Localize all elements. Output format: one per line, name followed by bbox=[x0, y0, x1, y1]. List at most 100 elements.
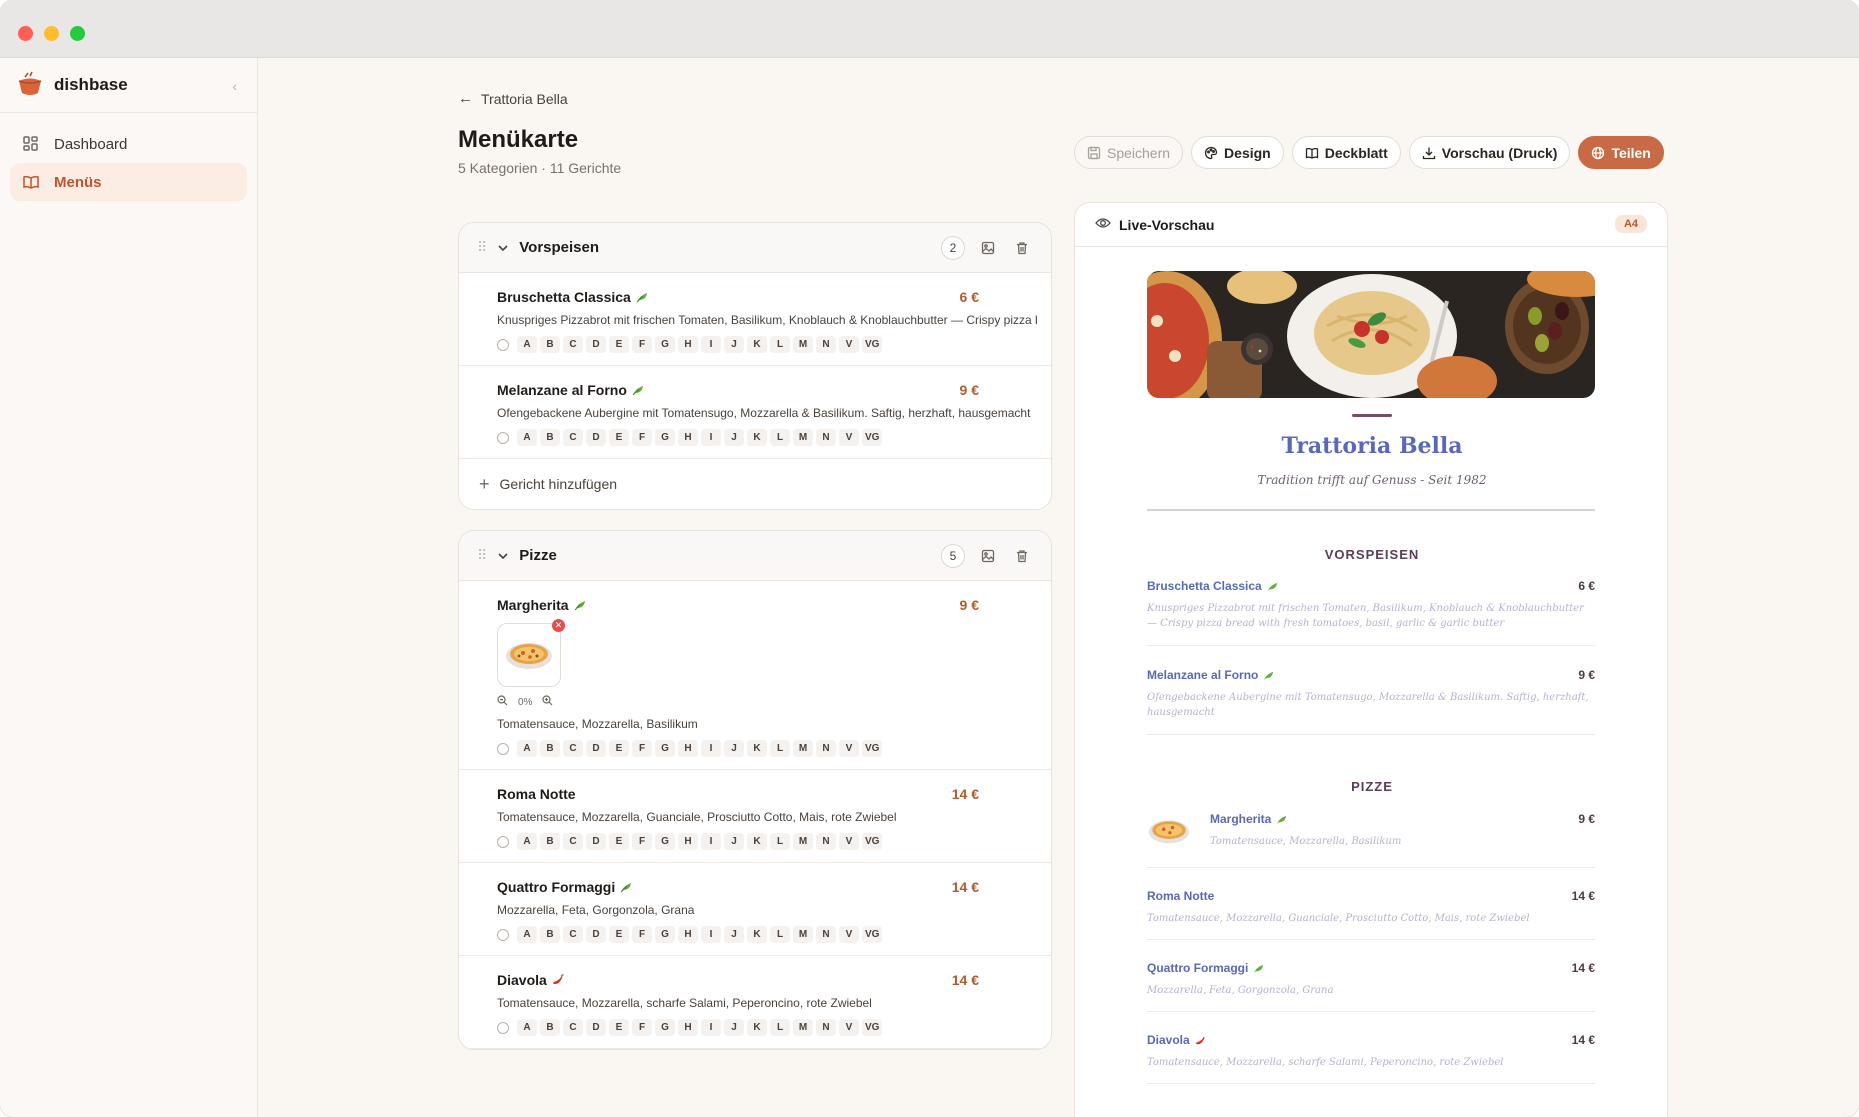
allergen-chip[interactable]: D bbox=[586, 833, 606, 850]
allergen-chip[interactable]: J bbox=[724, 740, 744, 757]
no-allergen-icon[interactable] bbox=[497, 338, 509, 351]
chevron-down-icon[interactable] bbox=[497, 550, 509, 562]
dish-price[interactable]: 14 € bbox=[952, 786, 979, 802]
allergen-chip[interactable]: G bbox=[655, 429, 675, 446]
category-title[interactable]: Pizze bbox=[519, 547, 557, 564]
allergen-chip[interactable]: V bbox=[839, 336, 859, 353]
allergen-chip[interactable]: L bbox=[770, 833, 790, 850]
drag-handle-icon[interactable]: ⠿ bbox=[477, 547, 487, 564]
print-preview-button[interactable]: Vorschau (Druck) bbox=[1408, 136, 1571, 169]
add-dish-button[interactable]: + Gericht hinzufügen bbox=[459, 459, 1051, 509]
zoom-out-icon[interactable] bbox=[497, 695, 508, 709]
allergen-chip[interactable]: A bbox=[517, 1019, 537, 1036]
allergen-chip[interactable]: F bbox=[632, 1019, 652, 1036]
no-allergen-icon[interactable] bbox=[497, 1021, 509, 1034]
collapse-sidebar-icon[interactable]: ‹ bbox=[232, 78, 237, 94]
allergen-chip[interactable]: M bbox=[793, 926, 813, 943]
no-allergen-icon[interactable] bbox=[497, 431, 509, 444]
dish-description[interactable]: Tomatensauce, Mozzarella, Guanciale, Pro… bbox=[497, 810, 1037, 824]
allergen-chip[interactable]: G bbox=[655, 926, 675, 943]
allergen-chip[interactable]: A bbox=[517, 833, 537, 850]
allergen-chip[interactable]: VG bbox=[862, 740, 883, 757]
dish-row[interactable]: Roma Notte 14 € Tomatensauce, Mozzarella… bbox=[459, 770, 1051, 863]
allergen-chip[interactable]: J bbox=[724, 833, 744, 850]
allergen-chip[interactable]: N bbox=[816, 429, 836, 446]
allergen-chip[interactable]: I bbox=[701, 740, 721, 757]
sidebar-item-dashboard[interactable]: Dashboard bbox=[10, 125, 247, 163]
allergen-chip[interactable]: G bbox=[655, 740, 675, 757]
zoom-in-icon[interactable] bbox=[542, 695, 553, 709]
allergen-chip[interactable]: I bbox=[701, 1019, 721, 1036]
remove-image-icon[interactable]: ✕ bbox=[552, 619, 565, 632]
share-button[interactable]: Teilen bbox=[1578, 136, 1664, 169]
allergen-chip[interactable]: V bbox=[839, 833, 859, 850]
dish-row[interactable]: Margherita 9 € ✕ 0% Tomatensauce, Mozzar… bbox=[459, 581, 1051, 770]
dish-description[interactable]: Mozzarella, Feta, Gorgonzola, Grana bbox=[497, 903, 1037, 917]
allergen-chip[interactable]: E bbox=[609, 1019, 629, 1036]
allergen-chip[interactable]: L bbox=[770, 336, 790, 353]
allergen-chip[interactable]: A bbox=[517, 740, 537, 757]
allergen-chip[interactable]: M bbox=[793, 1019, 813, 1036]
trash-icon[interactable] bbox=[1011, 545, 1033, 567]
dish-name[interactable]: Quattro Formaggi bbox=[497, 879, 615, 895]
allergen-chip[interactable]: M bbox=[793, 833, 813, 850]
allergen-chip[interactable]: E bbox=[609, 740, 629, 757]
allergen-chip[interactable]: J bbox=[724, 336, 744, 353]
allergen-chip[interactable]: C bbox=[563, 833, 583, 850]
image-icon[interactable] bbox=[977, 545, 999, 567]
allergen-chip[interactable]: A bbox=[517, 926, 537, 943]
allergen-chip[interactable]: B bbox=[540, 926, 560, 943]
allergen-chip[interactable]: I bbox=[701, 833, 721, 850]
allergen-chip[interactable]: B bbox=[540, 740, 560, 757]
close-window-button[interactable] bbox=[18, 26, 33, 41]
maximize-window-button[interactable] bbox=[70, 26, 85, 41]
sidebar-item-menus[interactable]: Menüs bbox=[10, 163, 247, 201]
allergen-chip[interactable]: V bbox=[839, 1019, 859, 1036]
allergen-chip[interactable]: E bbox=[609, 429, 629, 446]
allergen-chip[interactable]: F bbox=[632, 926, 652, 943]
allergen-chip[interactable]: I bbox=[701, 926, 721, 943]
dish-name[interactable]: Roma Notte bbox=[497, 786, 576, 802]
allergen-chip[interactable]: N bbox=[816, 336, 836, 353]
dish-name[interactable]: Bruschetta Classica bbox=[497, 289, 631, 305]
allergen-chip[interactable]: F bbox=[632, 833, 652, 850]
allergen-chip[interactable]: V bbox=[839, 926, 859, 943]
dish-image-thumbnail[interactable]: ✕ bbox=[497, 619, 565, 687]
drag-handle-icon[interactable]: ⠿ bbox=[477, 239, 487, 256]
allergen-chip[interactable]: H bbox=[678, 926, 698, 943]
allergen-chip[interactable]: J bbox=[724, 926, 744, 943]
allergen-chip[interactable]: B bbox=[540, 833, 560, 850]
allergen-chip[interactable]: E bbox=[609, 336, 629, 353]
allergen-chip[interactable]: G bbox=[655, 1019, 675, 1036]
allergen-chip[interactable]: A bbox=[517, 336, 537, 353]
allergen-chip[interactable]: C bbox=[563, 926, 583, 943]
allergen-chip[interactable]: N bbox=[816, 740, 836, 757]
allergen-chip[interactable]: L bbox=[770, 1019, 790, 1036]
category-title[interactable]: Vorspeisen bbox=[519, 239, 599, 256]
allergen-chip[interactable]: VG bbox=[862, 833, 883, 850]
dish-name[interactable]: Melanzane al Forno bbox=[497, 382, 627, 398]
allergen-chip[interactable]: K bbox=[747, 429, 767, 446]
dish-row[interactable]: Diavola 14 € Tomatensauce, Mozzarella, s… bbox=[459, 956, 1051, 1049]
allergen-chip[interactable]: K bbox=[747, 740, 767, 757]
allergen-chip[interactable]: M bbox=[793, 336, 813, 353]
allergen-chip[interactable]: VG bbox=[862, 926, 883, 943]
allergen-chip[interactable]: H bbox=[678, 429, 698, 446]
allergen-chip[interactable]: V bbox=[839, 429, 859, 446]
trash-icon[interactable] bbox=[1011, 237, 1033, 259]
allergen-chip[interactable]: I bbox=[701, 429, 721, 446]
dish-row[interactable]: Melanzane al Forno 9 € Ofengebackene Aub… bbox=[459, 366, 1051, 459]
allergen-chip[interactable]: F bbox=[632, 429, 652, 446]
dish-price[interactable]: 14 € bbox=[952, 879, 979, 895]
allergen-chip[interactable]: K bbox=[747, 926, 767, 943]
dish-description[interactable]: Tomatensauce, Mozzarella, scharfe Salami… bbox=[497, 996, 1037, 1010]
save-button[interactable]: Speichern bbox=[1074, 136, 1184, 169]
allergen-chip[interactable]: N bbox=[816, 833, 836, 850]
no-allergen-icon[interactable] bbox=[497, 742, 509, 755]
allergen-chip[interactable]: V bbox=[839, 740, 859, 757]
allergen-chip[interactable]: D bbox=[586, 1019, 606, 1036]
allergen-chip[interactable]: N bbox=[816, 926, 836, 943]
allergen-chip[interactable]: L bbox=[770, 740, 790, 757]
dish-price[interactable]: 9 € bbox=[960, 382, 979, 398]
dish-price[interactable]: 6 € bbox=[960, 289, 979, 305]
